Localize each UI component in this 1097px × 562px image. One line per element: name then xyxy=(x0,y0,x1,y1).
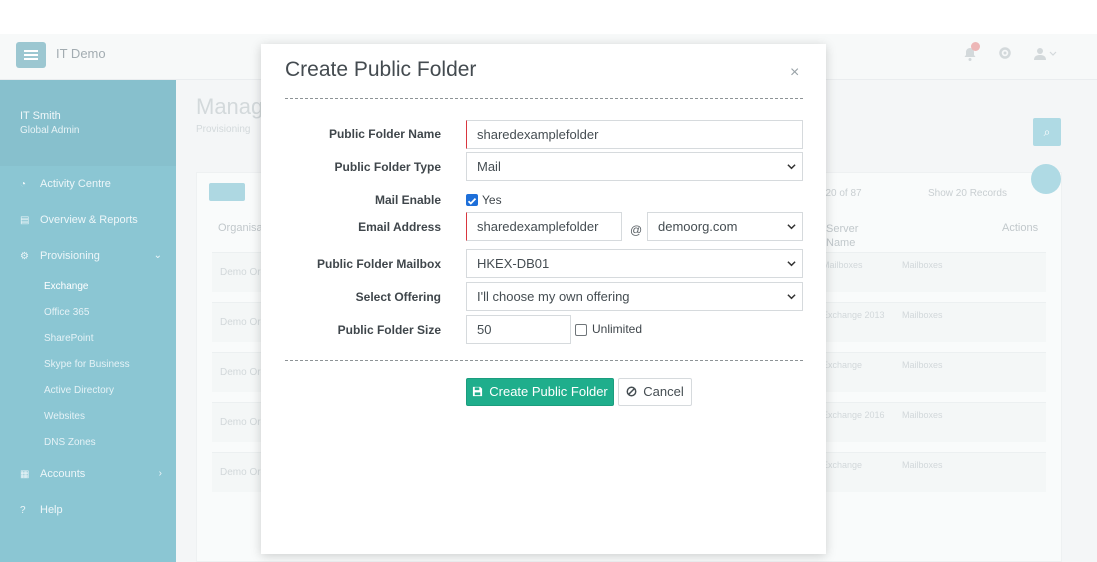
email-address-label: Email Address xyxy=(358,220,441,234)
mail-enable-option-label[interactable]: Yes xyxy=(482,193,502,207)
folder-type-select[interactable]: Mail xyxy=(466,152,803,181)
folder-name-label: Public Folder Name xyxy=(328,127,441,141)
offering-select[interactable]: I'll choose my own offering xyxy=(466,282,803,311)
folder-type-label: Public Folder Type xyxy=(334,160,441,174)
folder-type-value: Mail xyxy=(477,159,501,174)
ban-icon xyxy=(626,386,637,397)
folder-size-label: Public Folder Size xyxy=(337,323,441,337)
folder-mailbox-value: HKEX-DB01 xyxy=(477,256,550,271)
cancel-button[interactable]: Cancel xyxy=(618,378,692,406)
header-divider xyxy=(285,98,803,99)
app-window: IT Demo IT Smith Global Admin ◔ Activity … xyxy=(0,0,1097,562)
chevron-down-icon xyxy=(787,164,796,170)
check-icon xyxy=(467,197,477,205)
email-at-sign: @ xyxy=(630,223,643,237)
chevron-down-icon xyxy=(787,261,796,267)
floppy-disk-icon xyxy=(473,386,483,397)
footer-divider xyxy=(285,360,803,361)
offering-value: I'll choose my own offering xyxy=(477,289,630,304)
unlimited-checkbox[interactable] xyxy=(575,324,587,336)
email-domain-value: demoorg.com xyxy=(658,219,738,234)
create-public-folder-button[interactable]: Create Public Folder xyxy=(466,378,614,406)
folder-name-input[interactable]: sharedexamplefolder xyxy=(466,120,803,149)
create-button-label: Create Public Folder xyxy=(489,384,608,399)
create-public-folder-dialog: Create Public Folder × Public Folder Nam… xyxy=(261,44,826,554)
cancel-button-label: Cancel xyxy=(643,384,684,399)
email-domain-select[interactable]: demoorg.com xyxy=(647,212,803,241)
mail-enable-checkbox[interactable] xyxy=(466,194,478,206)
mail-enable-label: Mail Enable xyxy=(374,193,441,207)
folder-mailbox-label: Public Folder Mailbox xyxy=(316,257,441,271)
folder-mailbox-select[interactable]: HKEX-DB01 xyxy=(466,249,803,278)
folder-size-input[interactable]: 50 xyxy=(466,315,571,344)
dialog-title: Create Public Folder xyxy=(285,58,477,81)
chevron-down-icon xyxy=(787,224,796,230)
offering-label: Select Offering xyxy=(355,290,441,304)
chevron-down-icon xyxy=(787,294,796,300)
close-icon[interactable]: × xyxy=(790,64,799,82)
unlimited-label[interactable]: Unlimited xyxy=(592,322,642,336)
email-local-part-input[interactable]: sharedexamplefolder xyxy=(466,212,622,241)
